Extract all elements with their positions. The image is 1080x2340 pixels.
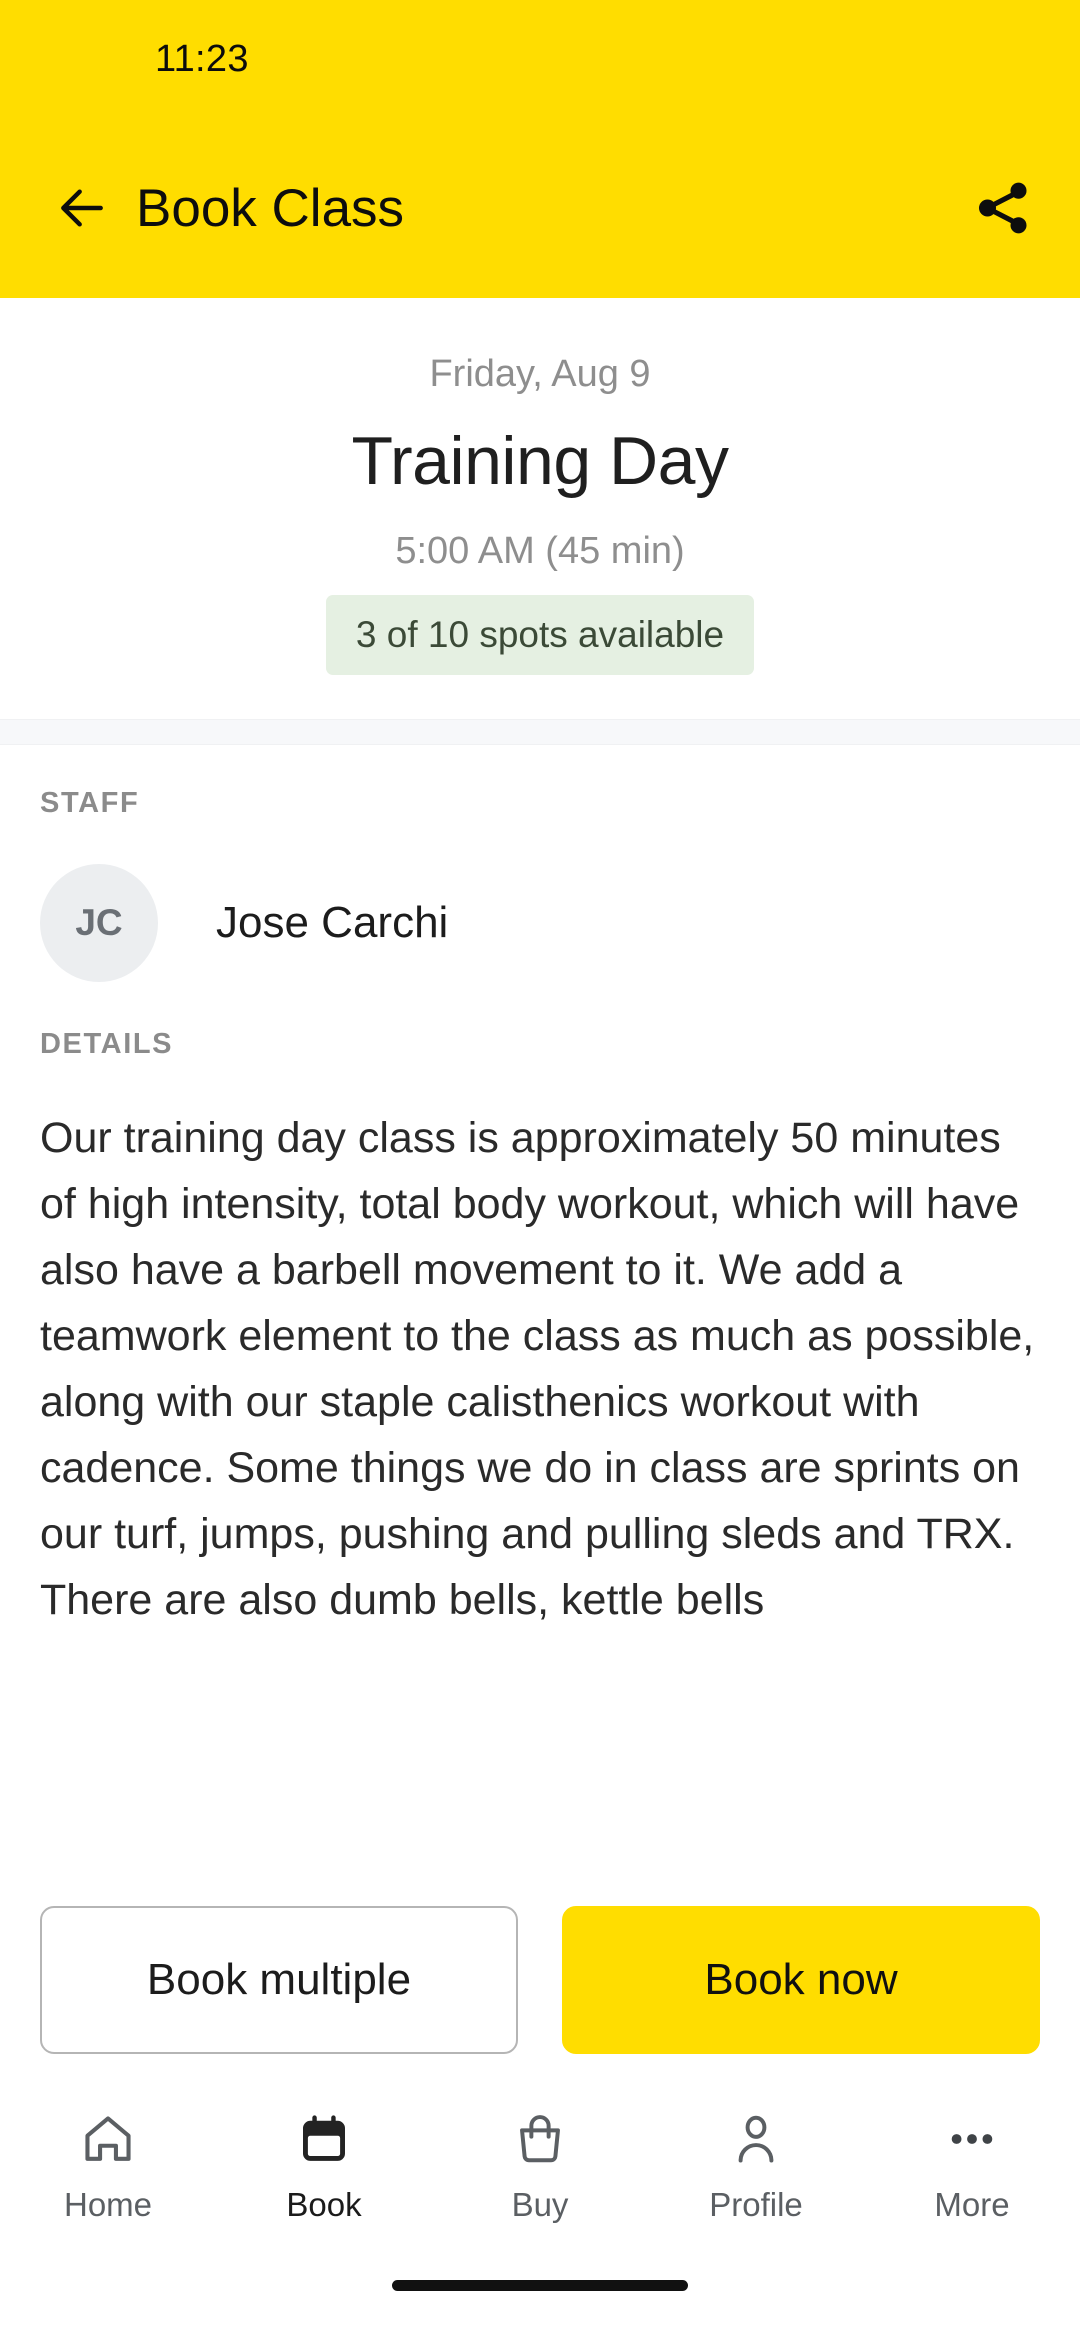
spots-available-badge: 3 of 10 spots available bbox=[325, 595, 755, 675]
nav-label-profile: Profile bbox=[709, 2186, 803, 2223]
nav-item-profile[interactable]: Profile bbox=[648, 2108, 864, 2224]
app-bar: Book Class bbox=[0, 118, 1080, 298]
nav-item-buy[interactable]: Buy bbox=[432, 2108, 648, 2224]
shopping-bag-icon bbox=[512, 2108, 568, 2170]
nav-item-book[interactable]: Book bbox=[216, 2108, 432, 2224]
person-icon bbox=[728, 2108, 784, 2170]
page-title: Book Class bbox=[136, 178, 405, 238]
calendar-icon bbox=[296, 2108, 352, 2170]
class-name: Training Day bbox=[351, 423, 729, 499]
book-multiple-button[interactable]: Book multiple bbox=[40, 1906, 518, 2054]
share-button[interactable] bbox=[968, 173, 1038, 243]
staff-list-item[interactable]: JC Jose Carchi bbox=[40, 864, 1040, 982]
arrow-left-icon bbox=[61, 189, 103, 227]
book-class-screen: 11:23 Book Class Friday, Aug 9 Training … bbox=[0, 0, 1080, 2340]
class-date: Friday, Aug 9 bbox=[429, 353, 651, 395]
section-divider bbox=[0, 719, 1080, 745]
more-dots-icon bbox=[944, 2108, 1000, 2170]
back-button[interactable] bbox=[50, 176, 114, 240]
nav-label-home: Home bbox=[63, 2186, 153, 2223]
details-section-label: DETAILS bbox=[40, 1028, 174, 1060]
staff-section: STAFF JC Jose Carchi DETAILS Our trainin… bbox=[0, 787, 1080, 1633]
class-summary: Friday, Aug 9 Training Day 5:00 AM (45 m… bbox=[0, 298, 1080, 719]
status-bar: 11:23 bbox=[0, 0, 1080, 118]
book-now-button[interactable]: Book now bbox=[562, 1906, 1040, 2054]
class-detail-content[interactable]: Friday, Aug 9 Training Day 5:00 AM (45 m… bbox=[0, 298, 1080, 1874]
nav-label-more: More bbox=[934, 2186, 1010, 2223]
home-icon bbox=[80, 2108, 136, 2170]
nav-label-buy: Buy bbox=[511, 2186, 569, 2223]
details-description: Our training day class is approximately … bbox=[40, 1114, 1035, 1624]
home-indicator-area bbox=[0, 2280, 1080, 2340]
staff-section-label: STAFF bbox=[40, 787, 140, 819]
nav-item-home[interactable]: Home bbox=[0, 2108, 216, 2224]
action-bar: Book multiple Book now bbox=[0, 1874, 1080, 2090]
nav-label-book: Book bbox=[286, 2186, 362, 2223]
bottom-navigation: Home Book Buy Profile More bbox=[0, 2090, 1080, 2280]
staff-name: Jose Carchi bbox=[216, 898, 449, 947]
class-time: 5:00 AM (45 min) bbox=[395, 530, 685, 572]
avatar: JC bbox=[40, 864, 158, 982]
share-icon bbox=[978, 182, 1027, 234]
status-bar-clock: 11:23 bbox=[155, 37, 249, 80]
nav-item-more[interactable]: More bbox=[864, 2108, 1080, 2224]
home-indicator[interactable] bbox=[392, 2280, 688, 2291]
